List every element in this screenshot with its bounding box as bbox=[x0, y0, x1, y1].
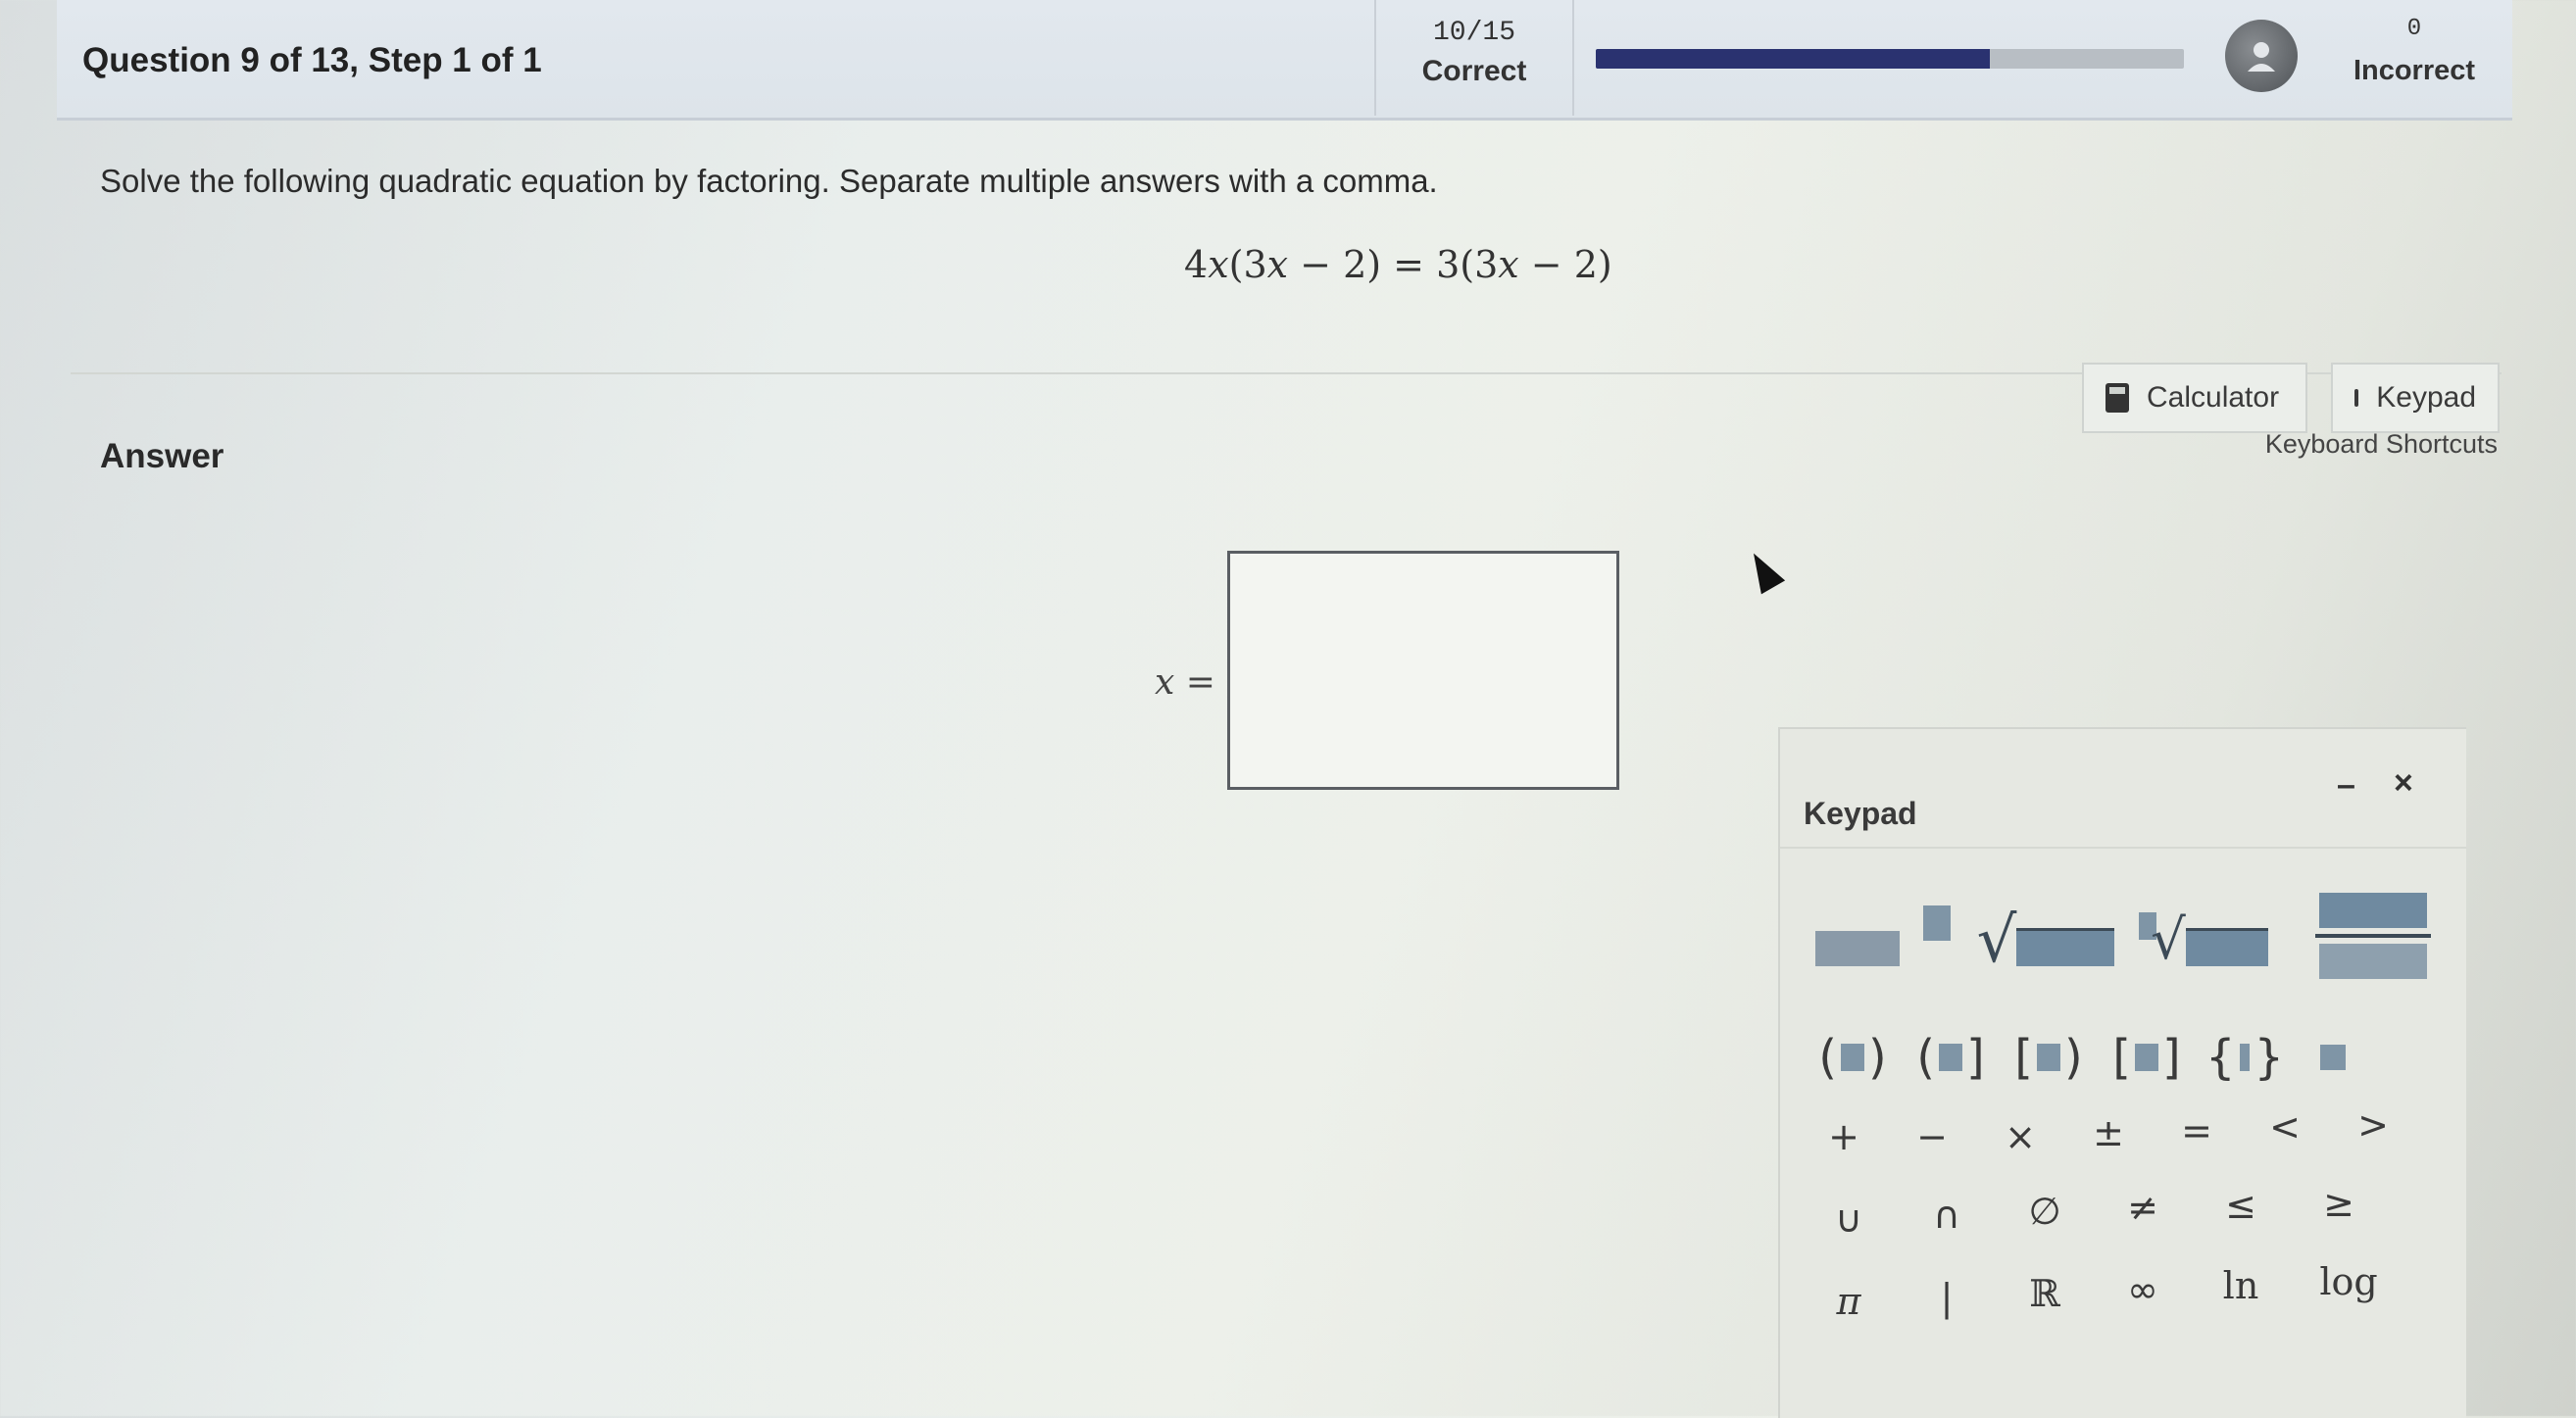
equation-part: − 2) = 3(3 bbox=[1288, 243, 1499, 286]
square-root-key[interactable]: √ bbox=[1972, 902, 2119, 980]
absolute-value-key[interactable]: | bbox=[1907, 1258, 1986, 1337]
bracket-slot bbox=[2239, 1044, 2251, 1071]
bracket-open: { bbox=[2205, 1030, 2236, 1085]
progress-fill bbox=[1596, 49, 1990, 69]
natural-log-key[interactable]: ln bbox=[2202, 1247, 2280, 1325]
question-header: Question 9 of 13, Step 1 of 1 10/15 Corr… bbox=[57, 0, 2512, 121]
radicand-slot bbox=[2016, 927, 2115, 966]
nth-radicand-slot bbox=[2185, 927, 2268, 966]
bracket-close: } bbox=[2254, 1030, 2284, 1085]
bracket-close: ] bbox=[2162, 1030, 2181, 1085]
log-key[interactable]: log bbox=[2300, 1243, 2398, 1321]
greater-than-key[interactable]: > bbox=[2339, 1086, 2407, 1164]
square-root-icon: √ bbox=[1976, 905, 2017, 977]
minus-key[interactable]: − bbox=[1898, 1098, 1966, 1176]
mouse-cursor-icon bbox=[1741, 546, 1786, 595]
bracket-close: ) bbox=[1868, 1030, 1887, 1085]
fraction-key[interactable] bbox=[2309, 882, 2437, 990]
keypad-icon bbox=[2354, 389, 2359, 407]
keypad-title: Keypad bbox=[1804, 796, 1917, 831]
times-key[interactable]: × bbox=[1986, 1098, 2055, 1176]
placeholder-key[interactable] bbox=[2304, 1023, 2362, 1092]
bracket-close: ] bbox=[1966, 1030, 1985, 1085]
keypad-label: Keypad bbox=[2376, 381, 2476, 414]
pi-key[interactable]: π bbox=[1809, 1262, 1888, 1341]
avatar-glyph-icon bbox=[2248, 42, 2275, 72]
question-prompt: Solve the following quadratic equation b… bbox=[100, 163, 1438, 199]
keypad-close-button[interactable]: × bbox=[2394, 764, 2413, 803]
bracket-close: ) bbox=[2064, 1030, 2083, 1085]
less-than-key[interactable]: < bbox=[2251, 1088, 2319, 1166]
calculator-icon bbox=[2105, 383, 2129, 413]
equation-var: x bbox=[1266, 243, 1289, 286]
calculator-button[interactable]: Calculator bbox=[2082, 363, 2307, 433]
equation-part: (3 bbox=[1228, 243, 1267, 286]
half-open-left-interval-key[interactable]: [) bbox=[2009, 1023, 2088, 1092]
empty-set-key[interactable]: ∅ bbox=[2006, 1172, 2084, 1250]
exponent-template-icon bbox=[1815, 905, 1953, 974]
keyboard-shortcuts-link[interactable]: Keyboard Shortcuts bbox=[2253, 429, 2498, 460]
answer-heading: Answer bbox=[100, 437, 224, 475]
placeholder-slot-icon bbox=[2320, 1045, 2346, 1070]
union-key[interactable]: ∪ bbox=[1809, 1180, 1888, 1258]
bracket-open: ( bbox=[1916, 1030, 1935, 1085]
correct-label: Correct bbox=[1421, 55, 1527, 87]
calculator-label: Calculator bbox=[2147, 381, 2280, 414]
less-equal-key[interactable]: ≤ bbox=[2202, 1166, 2280, 1245]
not-equal-key[interactable]: ≠ bbox=[2104, 1168, 2182, 1247]
half-open-right-interval-key[interactable]: (] bbox=[1911, 1023, 1990, 1092]
answer-variable-label: x = bbox=[1155, 662, 1215, 703]
score-box: 10/15 Correct bbox=[1374, 0, 1574, 116]
equation-var: x bbox=[1498, 243, 1519, 286]
square-brackets-key[interactable]: [] bbox=[2107, 1023, 2186, 1092]
keypad-panel: Keypad – × √ √ () (] [) [] {} + − × … bbox=[1778, 727, 2466, 1418]
greater-equal-key[interactable]: ≥ bbox=[2300, 1164, 2378, 1243]
answer-input[interactable] bbox=[1227, 551, 1619, 790]
equation-coef: 4 bbox=[1184, 243, 1209, 286]
answer-variable: x bbox=[1155, 662, 1175, 703]
keypad-minimize-button[interactable]: – bbox=[2337, 766, 2355, 805]
nth-root-icon: √ bbox=[2151, 908, 2186, 972]
equation-var: x bbox=[1208, 243, 1229, 286]
incorrect-count: 0 bbox=[2406, 16, 2422, 42]
incorrect-label: Incorrect bbox=[2353, 55, 2476, 86]
correct-count: 10/15 bbox=[1432, 18, 1515, 48]
bracket-slot bbox=[1841, 1044, 1864, 1071]
numerator-slot bbox=[2319, 893, 2427, 928]
infinity-key[interactable]: ∞ bbox=[2104, 1250, 2182, 1329]
progress-bar bbox=[1596, 49, 2184, 69]
page: Question 9 of 13, Step 1 of 1 10/15 Corr… bbox=[57, 0, 2512, 1418]
exponent-key[interactable] bbox=[1815, 905, 1953, 974]
answer-equals: = bbox=[1174, 662, 1215, 703]
fraction-bar-icon bbox=[2315, 934, 2431, 938]
plus-key[interactable]: + bbox=[1809, 1098, 1878, 1176]
bracket-open: [ bbox=[2014, 1030, 2033, 1085]
real-numbers-key[interactable]: ℝ bbox=[2006, 1254, 2084, 1333]
question-equation: 4x(3x − 2) = 3(3x − 2) bbox=[1184, 243, 1612, 286]
bracket-slot bbox=[2037, 1044, 2060, 1071]
bracket-open: [ bbox=[2112, 1030, 2131, 1085]
bracket-open: ( bbox=[1818, 1030, 1837, 1085]
equation-part: − 2) bbox=[1518, 243, 1612, 286]
denominator-slot bbox=[2319, 944, 2427, 979]
nth-root-key[interactable]: √ bbox=[2135, 902, 2272, 980]
keypad-button[interactable]: Keypad bbox=[2331, 363, 2500, 433]
parentheses-key[interactable]: () bbox=[1813, 1023, 1892, 1092]
exponent-base-slot bbox=[1815, 931, 1900, 966]
braces-key[interactable]: {} bbox=[2205, 1023, 2284, 1092]
question-title: Question 9 of 13, Step 1 of 1 bbox=[82, 41, 542, 79]
equals-key[interactable]: = bbox=[2162, 1092, 2231, 1170]
user-avatar-icon[interactable] bbox=[2225, 20, 2298, 92]
bracket-slot bbox=[1939, 1044, 1962, 1071]
keypad-header: Keypad – × bbox=[1780, 729, 2466, 849]
bracket-slot bbox=[2135, 1044, 2158, 1071]
plus-minus-key[interactable]: ± bbox=[2074, 1094, 2143, 1172]
intersection-key[interactable]: ∩ bbox=[1907, 1176, 1986, 1254]
exponent-power-slot bbox=[1923, 905, 1951, 941]
